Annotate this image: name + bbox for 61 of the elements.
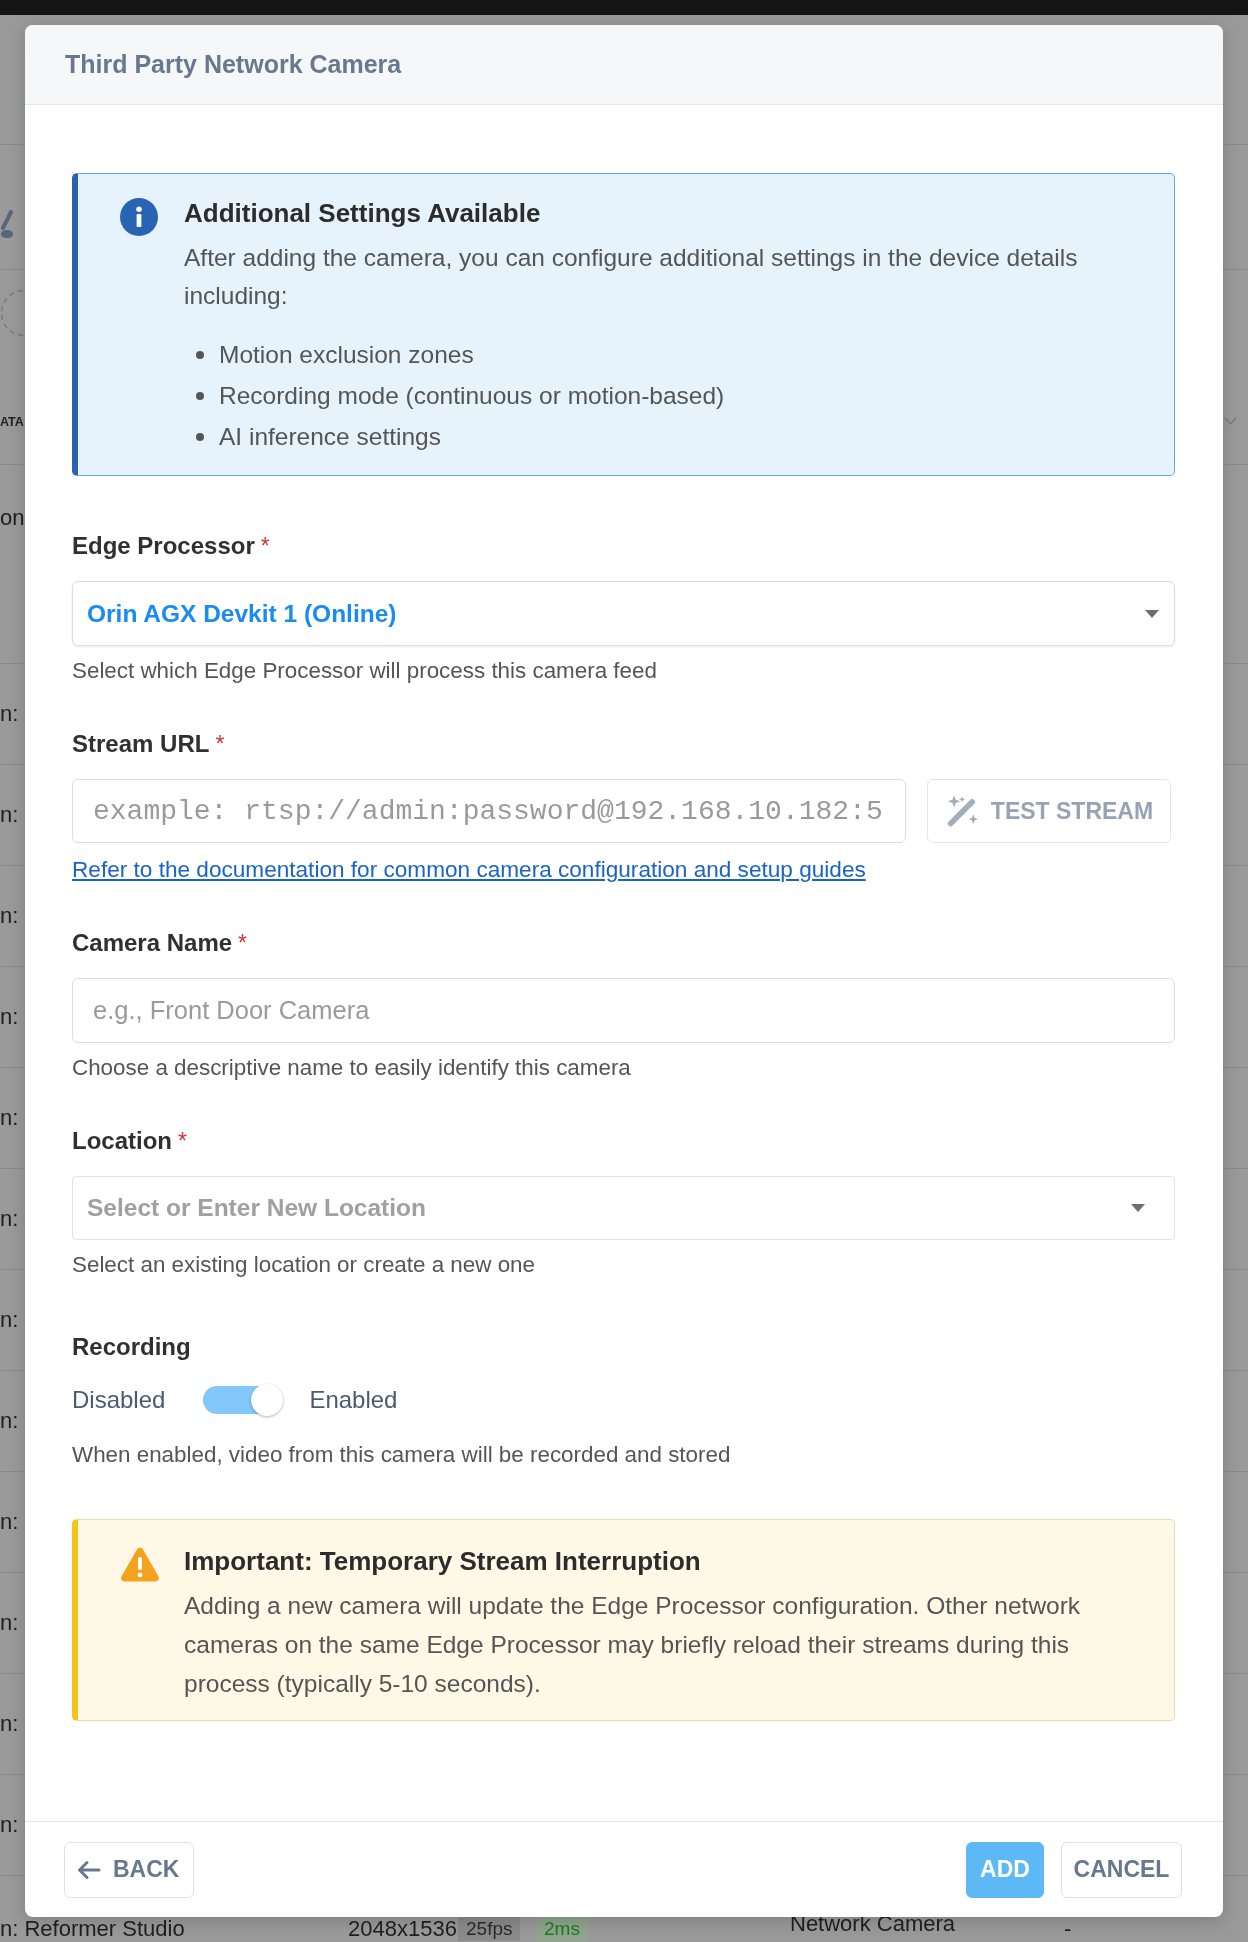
brush-icon [0,210,14,240]
required-mark: * [178,1127,187,1155]
toggle-on-label: Enabled [309,1386,398,1414]
status-badge: 2ms [536,1917,588,1941]
alert-text: After adding the camera, you can configure additional settings in the device details including: [184,243,1079,311]
field-label: Location [72,1127,172,1155]
helper-text: When enabled, video from this camera will be recorded and stored [72,1441,732,1469]
helper-text: Choose a descriptive name to easily identify this camera [72,1054,632,1082]
helper-text: Select an existing location or create a new one [72,1251,537,1279]
table-cell: n: [0,1408,19,1434]
caret-icon [1131,1204,1145,1212]
info-icon [120,198,158,236]
table-cell-text: - [1064,1916,1073,1942]
helper-text: Select which Edge Processor will process this camera feed [72,657,658,685]
list-item: AI inference settings [219,422,441,451]
edge-processor-select[interactable]: Orin AGX Devkit 1 (Online) [72,581,1175,646]
table-cell: on [0,505,25,531]
caret-icon [1145,609,1159,618]
field-label: Stream URL [72,730,210,758]
required-mark: * [215,730,225,758]
table-cell: n: [0,701,19,727]
chevron-down-icon [1224,417,1237,426]
table-cell: n: [0,1004,19,1030]
table-cell: n: [0,1105,19,1131]
arrow-left-icon [77,1859,101,1880]
field-label: Recording [72,1333,191,1361]
table-cell: n: [0,1610,19,1636]
table-cell: n: [0,1711,19,1737]
bullet-icon [196,391,204,400]
table-cell: n: [0,1509,19,1535]
table-cell: 2048x1536 [348,1916,458,1942]
camera-name-input[interactable]: e.g., Front Door Camera [72,978,1175,1043]
table-cell-text: Network Camera [790,1911,957,1937]
documentation-link[interactable]: Refer to the documentation for common camera configuration and setup guides [72,855,866,885]
bullet-icon [196,350,204,359]
toggle-off-label: Disabled [72,1386,166,1414]
column-header: ATA [0,414,24,429]
cancel-button[interactable]: CANCEL [1061,1841,1182,1898]
dialog-title: Third Party Network Camera [65,50,402,79]
table-cell: n: [0,802,19,828]
table-cell-text: n: Reformer Studio [0,1916,186,1942]
table-cell: n: [0,1307,19,1333]
field-label: Camera Name [72,929,233,957]
stream-url-input[interactable]: example: rtsp://admin:password@192.168.10.182:5 [72,779,906,843]
table-cell: n: [0,1206,19,1232]
table-cell: n: [0,903,19,929]
table-cell: n: [0,1812,19,1838]
badge: 25fps [458,1917,521,1941]
warning-icon [120,1546,160,1582]
alert-title: Important: Temporary Stream Interruption [184,1546,702,1576]
test-stream-button[interactable]: TEST STREAM [927,779,1171,843]
required-mark: * [238,929,248,957]
required-mark: * [260,532,270,560]
location-input[interactable]: Select or Enter New Location [72,1176,1175,1240]
list-item: Recording mode (continuous or motion-based) [219,381,725,410]
alert-title: Additional Settings Available [184,198,542,228]
field-label: Edge Processor [72,532,255,560]
bullet-icon [196,432,204,441]
list-item: Motion exclusion zones [219,340,474,369]
back-button[interactable]: BACK [64,1841,195,1898]
alert-text: Adding a new camera will update the Edge Processor configuration. Other network cameras on the same Edge Processor may briefly reload their streams during this process (typically 5-10 seconds). [184,1591,1082,1699]
